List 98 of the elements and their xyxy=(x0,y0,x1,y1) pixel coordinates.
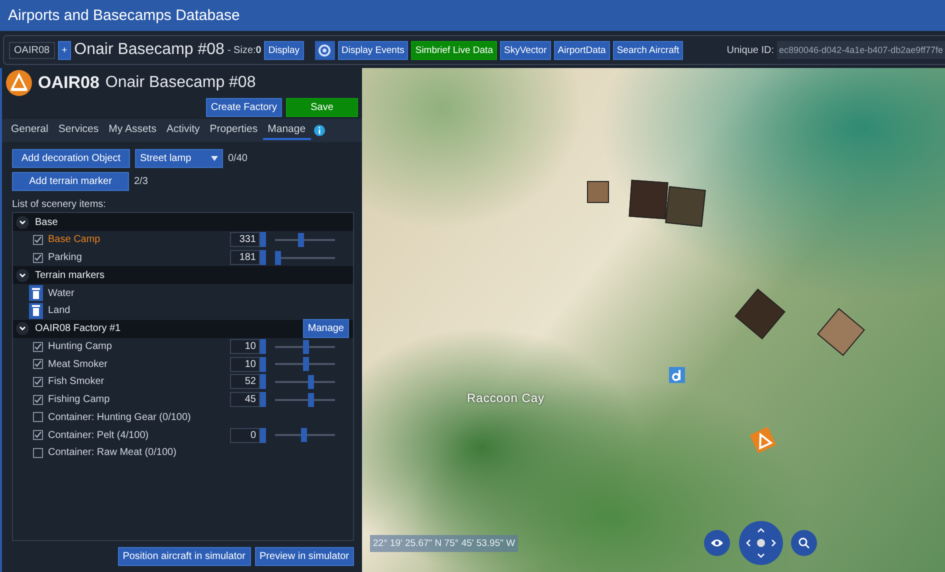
tab[interactable]: Services xyxy=(53,121,104,140)
save-button[interactable]: Save xyxy=(286,98,358,117)
slider-thumb[interactable] xyxy=(303,340,310,354)
spinner-buttons[interactable] xyxy=(260,356,266,372)
window-title: Airports and Basecamps Database xyxy=(0,0,945,31)
item-label[interactable]: Fish Smoker xyxy=(48,376,225,388)
number-field[interactable]: 10 xyxy=(230,339,260,354)
number-field[interactable]: 181 xyxy=(230,250,260,266)
item-label[interactable]: Base Camp xyxy=(48,234,225,246)
chevron-down-icon[interactable] xyxy=(16,268,29,282)
checkbox[interactable] xyxy=(33,430,43,440)
toolbar-button[interactable]: Display Events xyxy=(338,40,408,60)
unique-id-field[interactable]: ec890046-d042-4a1e-b407-db2ae9ff77fe xyxy=(777,41,945,59)
letter-marker-icon[interactable] xyxy=(669,367,685,383)
number-field[interactable]: 331 xyxy=(230,232,260,248)
group-title: Terrain markers xyxy=(35,270,106,281)
photo-placeholder[interactable] xyxy=(665,186,706,227)
trash-icon[interactable] xyxy=(29,285,43,302)
group-header[interactable]: Base xyxy=(13,213,353,231)
item-label[interactable]: Container: Raw Meat (0/100) xyxy=(48,447,353,458)
item-label[interactable]: Parking xyxy=(48,252,225,264)
chevron-down-icon[interactable] xyxy=(16,322,29,336)
manage-button[interactable]: Manage xyxy=(302,319,349,338)
checkbox[interactable] xyxy=(33,252,43,263)
slider-thumb[interactable] xyxy=(300,428,307,442)
item-label[interactable]: Hunting Camp xyxy=(48,341,225,352)
trash-icon[interactable] xyxy=(29,302,43,319)
info-icon[interactable] xyxy=(314,125,325,136)
toolbar-button[interactable]: Simbrief Live Data xyxy=(411,40,497,60)
code-label: OAIR08 xyxy=(9,42,55,58)
size-label: - Size: xyxy=(227,44,256,56)
add-decoration-button[interactable]: Add decoration Object xyxy=(12,149,130,168)
checkbox[interactable] xyxy=(33,448,43,458)
chevron-down-icon[interactable] xyxy=(16,216,29,228)
number-field[interactable]: 10 xyxy=(230,356,260,372)
basecamp-logo-icon xyxy=(6,70,32,96)
group-title: OAIR08 Factory #1 xyxy=(35,323,122,334)
item-label[interactable]: Container: Hunting Gear (0/100) xyxy=(48,412,353,423)
slider-thumb[interactable] xyxy=(303,357,310,372)
checkbox[interactable] xyxy=(33,234,43,245)
checkbox[interactable] xyxy=(33,412,43,422)
number-field[interactable]: 52 xyxy=(230,374,260,390)
slider-thumb[interactable] xyxy=(298,232,304,247)
search-icon xyxy=(798,537,810,549)
group-header[interactable]: Terrain markers xyxy=(13,266,353,284)
spinner-buttons[interactable] xyxy=(260,374,266,390)
list-heading: List of scenery items: xyxy=(11,198,107,212)
simulator-button[interactable]: Preview in simulator xyxy=(254,547,354,566)
tab[interactable]: Manage xyxy=(262,121,311,140)
decoration-count: 0/40 xyxy=(228,153,248,164)
pan-control[interactable] xyxy=(739,521,783,565)
basecamp-name: Onair Basecamp #08 xyxy=(105,74,256,92)
search-button[interactable] xyxy=(791,530,817,556)
add-terrain-button[interactable]: Add terrain marker xyxy=(12,172,129,191)
item-label[interactable]: Water xyxy=(48,288,353,299)
slider-thumb[interactable] xyxy=(275,250,281,265)
terrain-count: 2/3 xyxy=(134,176,148,187)
group-title: Base xyxy=(35,216,59,228)
eye-button[interactable] xyxy=(704,530,730,556)
add-button[interactable]: + xyxy=(58,40,72,60)
photo-placeholder[interactable] xyxy=(628,180,668,220)
slider-thumb[interactable] xyxy=(308,374,314,389)
simulator-button[interactable]: Position aircraft in simulator xyxy=(118,547,251,566)
spinner-buttons[interactable] xyxy=(260,392,266,408)
caret-icon xyxy=(211,156,218,161)
spinner-buttons[interactable] xyxy=(260,250,266,266)
item-label[interactable]: Container: Pelt (4/100) xyxy=(48,430,225,441)
checkbox[interactable] xyxy=(33,394,43,405)
basecamp-code: OAIR08 xyxy=(38,73,100,93)
place-label: Raccoon Cay xyxy=(467,391,545,405)
toolbar-button[interactable]: AirportData xyxy=(554,40,610,60)
slider-thumb[interactable] xyxy=(308,392,314,407)
tab[interactable]: Activity xyxy=(161,121,205,140)
toolbar-button[interactable]: Search Aircraft xyxy=(612,40,684,60)
item-label[interactable]: Fishing Camp xyxy=(48,394,225,406)
basecamp-name: Onair Basecamp #08 xyxy=(74,41,224,59)
spinner-buttons[interactable] xyxy=(260,232,266,248)
checkbox[interactable] xyxy=(33,342,43,352)
checkbox[interactable] xyxy=(33,376,43,387)
number-field[interactable]: 45 xyxy=(230,392,260,408)
unique-id-label: Unique ID: xyxy=(726,44,774,56)
object-dropdown[interactable]: Street lamp xyxy=(135,149,223,168)
eye-icon xyxy=(710,538,724,548)
size-value: 0 xyxy=(256,44,262,56)
number-field[interactable]: 0 xyxy=(230,428,260,443)
tab[interactable]: General xyxy=(6,121,54,140)
item-label[interactable]: Land xyxy=(48,305,353,316)
coordinates-label: 22° 19' 25.67" N 75° 45' 53.95" W xyxy=(370,535,518,552)
toolbar-button[interactable]: SkyVector xyxy=(500,40,551,60)
tab[interactable]: My Assets xyxy=(104,121,162,140)
group-header[interactable]: OAIR08 Factory #1 Manage xyxy=(13,320,353,338)
create-button[interactable]: Create Factory xyxy=(206,98,282,117)
spinner-buttons[interactable] xyxy=(260,339,266,354)
item-label[interactable]: Meat Smoker xyxy=(48,358,225,370)
tab[interactable]: Properties xyxy=(204,121,263,140)
spinner-buttons[interactable] xyxy=(260,428,266,443)
toolbar-button[interactable]: Display xyxy=(264,40,304,60)
checkbox[interactable] xyxy=(33,359,43,370)
